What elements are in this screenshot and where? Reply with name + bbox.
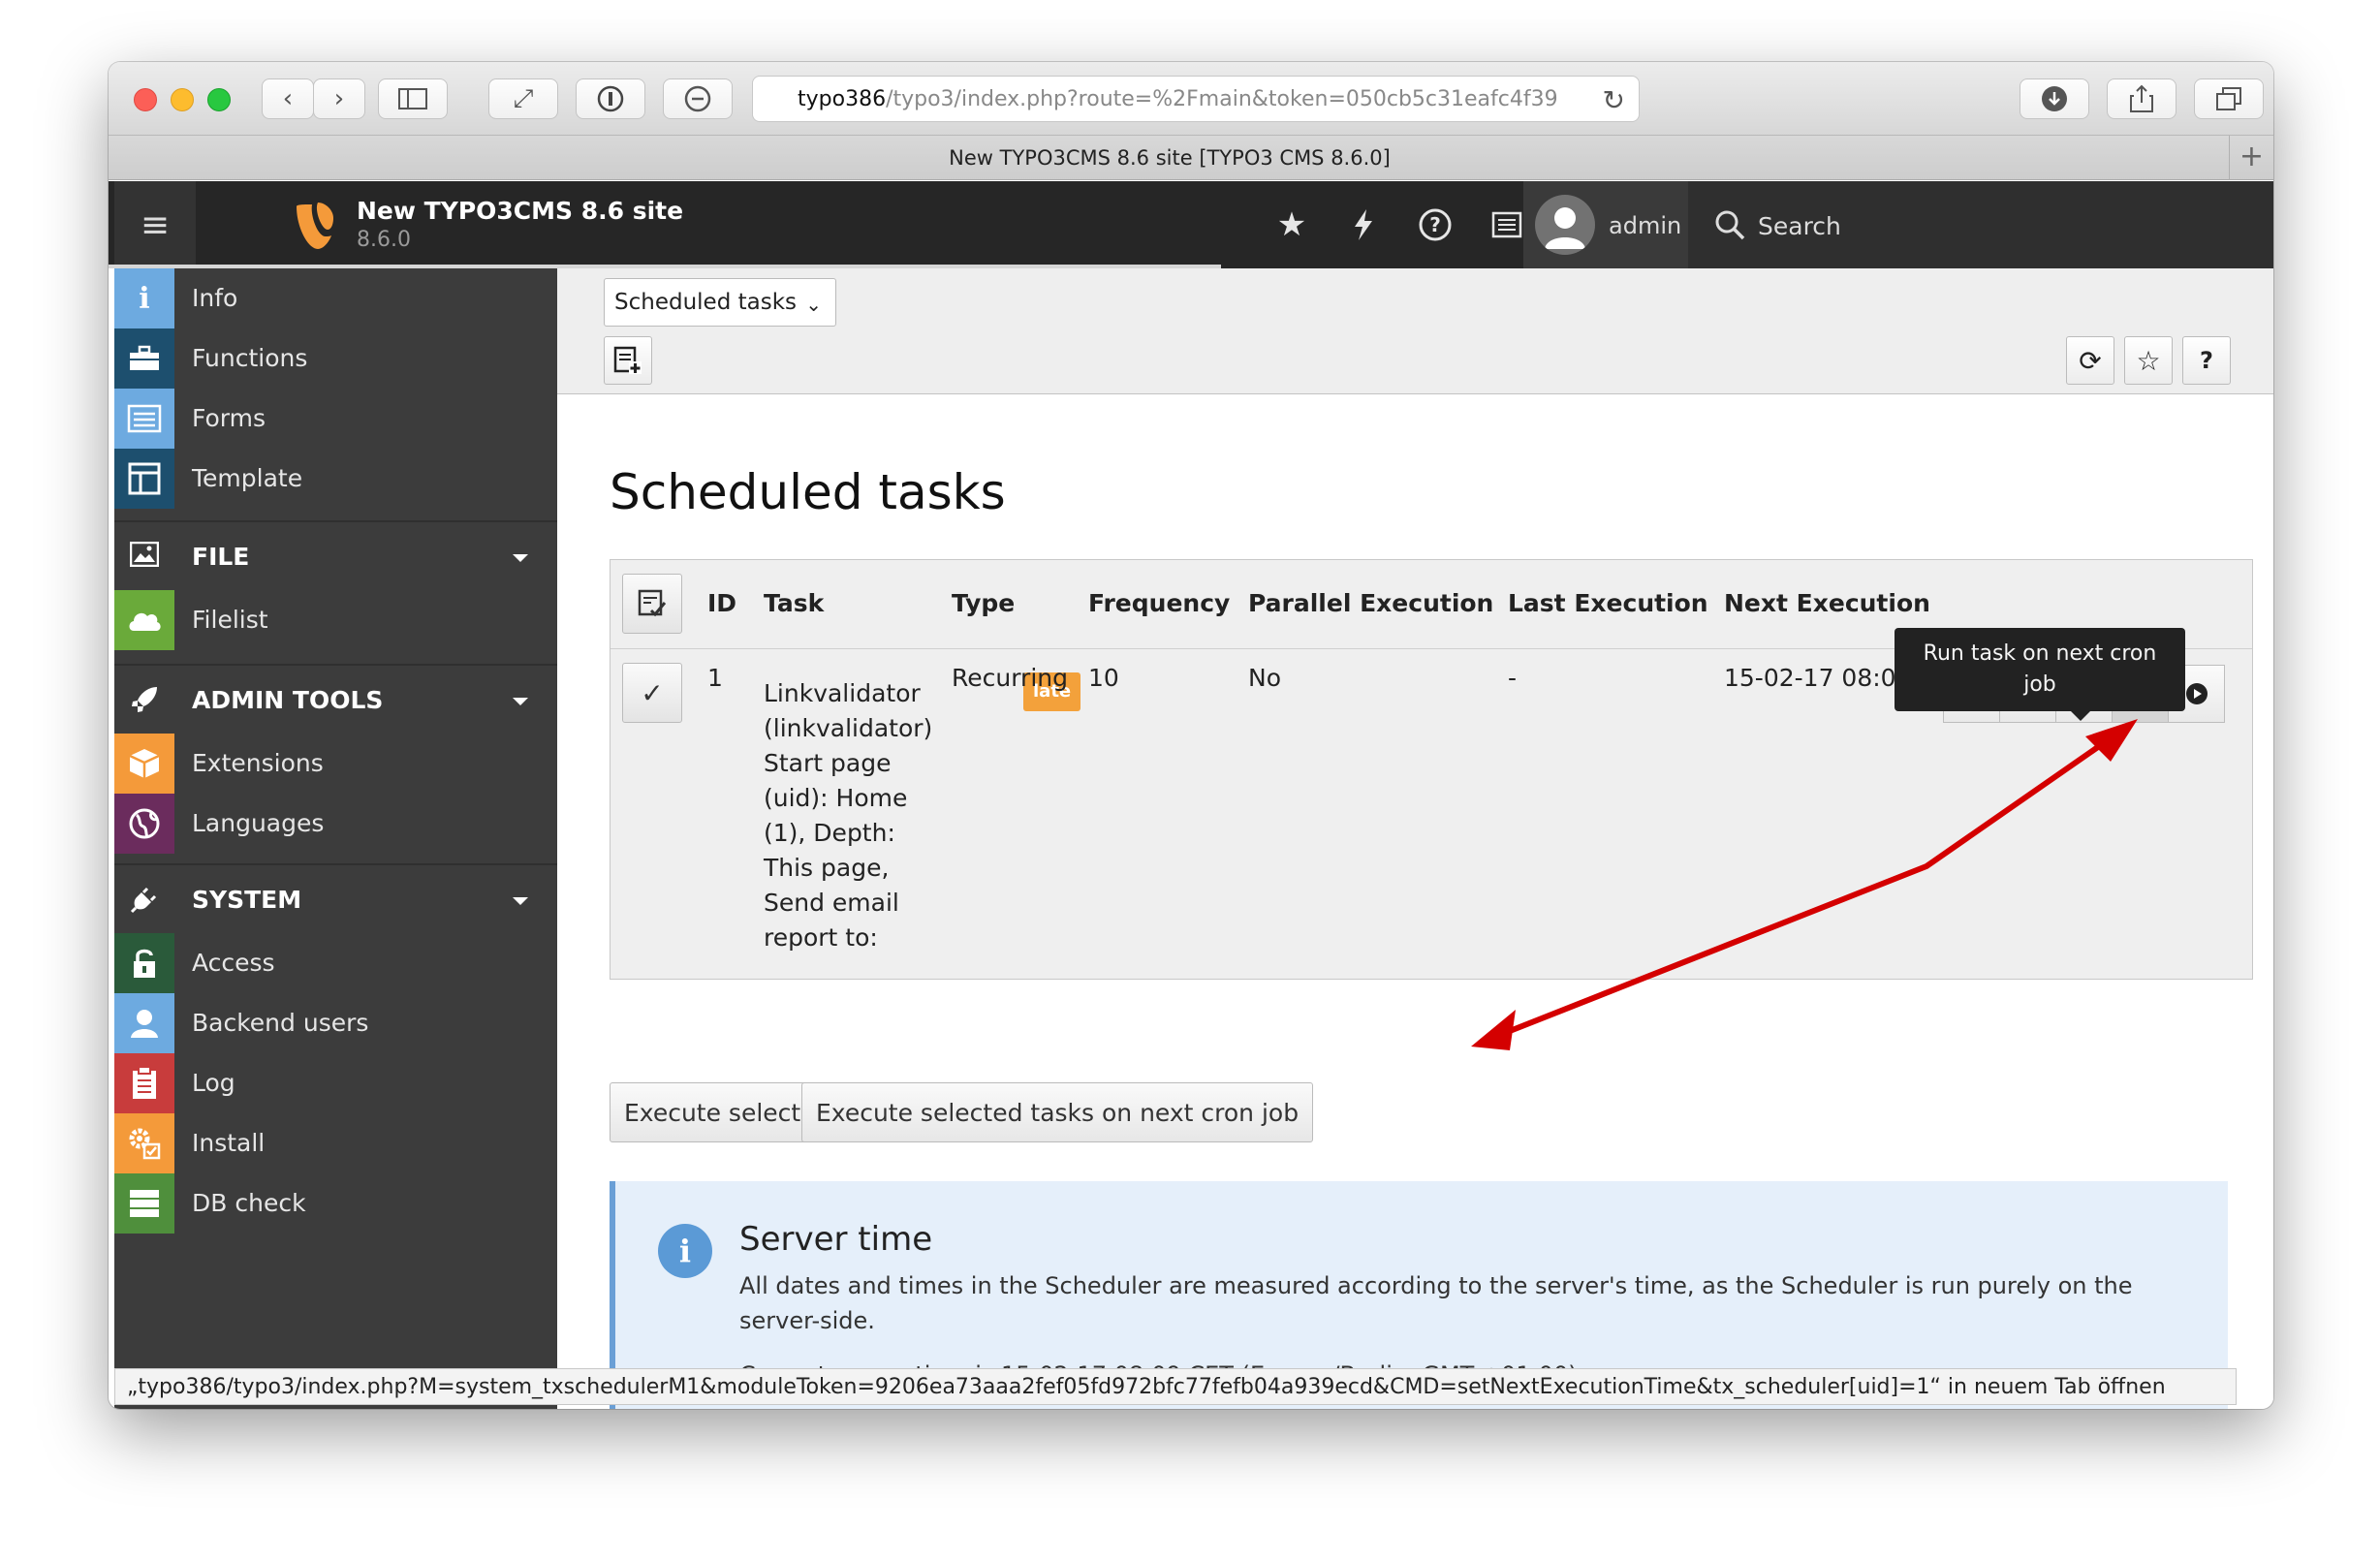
browser-window: ‹ › ⤢ typo386/typo3/index.php?route=%2Fm… bbox=[109, 62, 2273, 1409]
annotation-arrows bbox=[1471, 719, 2138, 1050]
annotation-arrowhead-bottom bbox=[1471, 1010, 1516, 1050]
annotation-arrow-line bbox=[1508, 739, 2107, 1034]
annotation-arrowhead-top bbox=[2085, 719, 2138, 762]
